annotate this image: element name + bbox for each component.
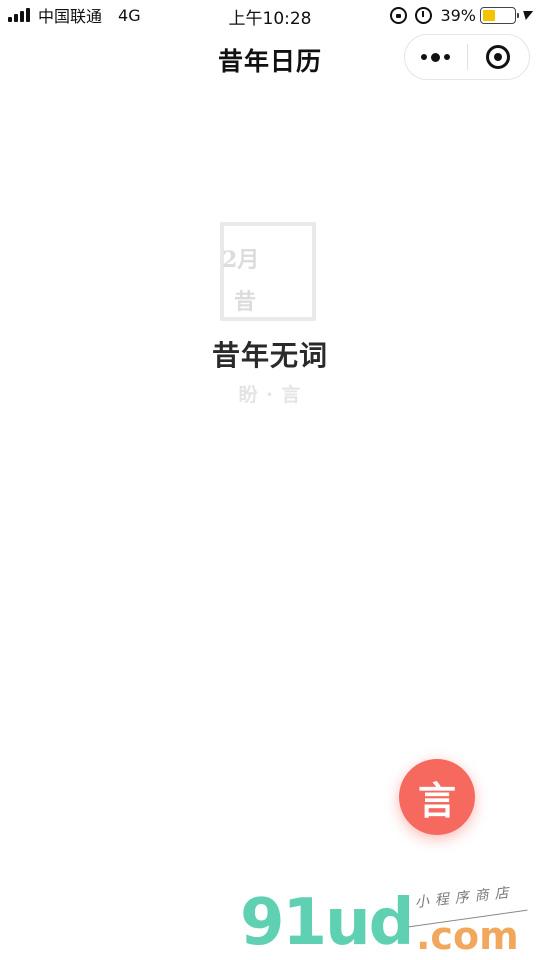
watermark-domain: .com <box>416 914 519 958</box>
watermark-tagline: 小程序商店 <box>414 884 516 912</box>
close-target-icon[interactable] <box>467 35 529 79</box>
mini-program-capsule <box>404 34 530 80</box>
app-name: 昔年无词 <box>211 339 328 372</box>
logo-stamp: 2月 昔 <box>220 222 316 321</box>
battery-level <box>483 9 495 21</box>
alarm-icon <box>415 6 433 24</box>
status-right: 39% <box>390 4 534 26</box>
yan-fab-button[interactable]: 言 <box>399 759 475 835</box>
battery-percent: 39% <box>440 5 476 25</box>
charging-icon <box>520 10 534 20</box>
app-subtitle: 盼 · 言 <box>238 384 302 406</box>
logo-char: 昔 <box>234 289 257 315</box>
nav-bar: 昔年日历 <box>0 30 540 88</box>
status-bar: 中国联通 4G 上午10:28 39% <box>0 0 540 30</box>
orientation-lock-icon <box>390 6 408 24</box>
battery-icon <box>480 6 519 24</box>
more-dots-icon[interactable] <box>405 35 467 79</box>
logo-month: 2月 <box>222 247 260 273</box>
watermark: 91ud 小程序商店 .com <box>238 885 538 960</box>
watermark-brand: 91ud <box>240 886 414 960</box>
fab-label: 言 <box>417 777 456 823</box>
